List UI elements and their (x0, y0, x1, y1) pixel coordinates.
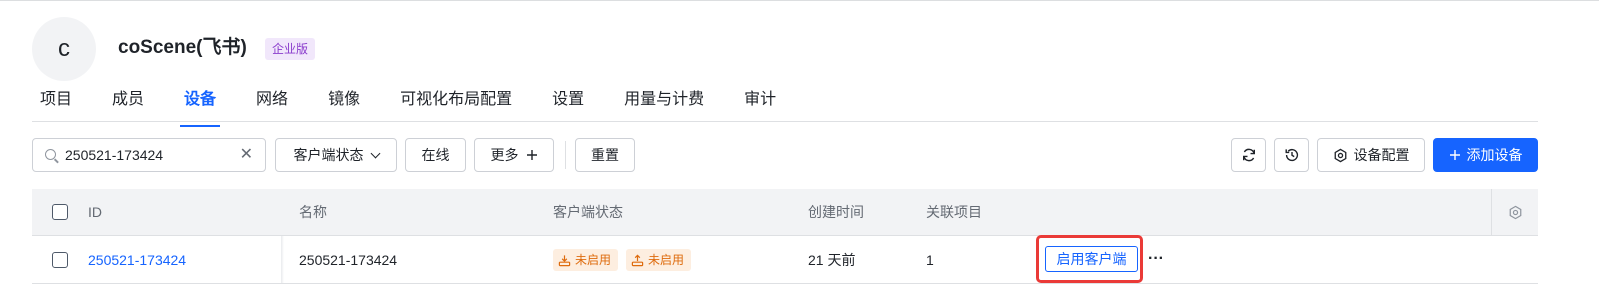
tab-audit[interactable]: 审计 (744, 87, 776, 121)
org-name: coScene(飞书) (118, 37, 247, 58)
project-count: 1 (926, 252, 934, 268)
device-config-button[interactable]: 设备配置 (1317, 138, 1425, 172)
download-icon (558, 254, 571, 266)
history-button[interactable] (1274, 138, 1309, 172)
history-icon (1285, 148, 1298, 162)
online-filter-label: 在线 (421, 147, 450, 163)
select-all-checkbox[interactable] (52, 204, 68, 220)
column-header-project[interactable]: 关联项目 (926, 189, 982, 235)
close-icon[interactable]: ✕ (240, 146, 253, 164)
tab-members[interactable]: 成员 (112, 87, 144, 121)
org-avatar: c (32, 17, 96, 81)
status-badge: 未启用 (626, 249, 692, 271)
more-actions-icon[interactable]: ··· (1148, 248, 1164, 272)
device-id-link[interactable]: 250521-173424 (88, 236, 186, 284)
row-checkbox[interactable] (52, 252, 68, 268)
client-status-filter-label: 客户端状态 (293, 147, 364, 163)
highlight-box: 启用客户端 (1036, 235, 1143, 283)
table-row: 250521-173424 250521-173424 未启用 未启用 21 天… (32, 235, 1538, 284)
tab-network[interactable]: 网络 (256, 87, 288, 121)
refresh-icon (1242, 148, 1255, 162)
org-tabs: 项目 成员 设备 网络 镜像 可视化布局配置 设置 用量与计费 审计 (40, 87, 816, 127)
tab-usage-billing[interactable]: 用量与计费 (624, 87, 704, 121)
gear-icon (1509, 205, 1521, 219)
reset-label: 重置 (591, 147, 619, 163)
refresh-button[interactable] (1231, 138, 1266, 172)
table-header: ID 名称 客户端状态 创建时间 关联项目 (32, 189, 1538, 236)
status-badge: 未启用 (553, 249, 619, 271)
column-header-created[interactable]: 创建时间 (808, 189, 864, 235)
search-input[interactable] (65, 144, 225, 166)
status-badge-label: 未启用 (648, 253, 685, 267)
status-badge-label: 未启用 (575, 253, 612, 267)
search-icon (45, 149, 56, 160)
toolbar-divider (565, 141, 566, 169)
more-filters-button[interactable]: 更多 (474, 138, 554, 172)
tab-divider (32, 121, 1538, 122)
upload-icon (631, 254, 644, 266)
chevron-down-icon (370, 148, 380, 158)
more-filters-label: 更多 (490, 147, 519, 163)
sticky-column-edge (281, 236, 284, 283)
enable-client-button[interactable]: 启用客户端 (1045, 246, 1138, 272)
column-header-client-status[interactable]: 客户端状态 (553, 189, 623, 235)
online-filter-button[interactable]: 在线 (405, 138, 466, 172)
client-status-filter[interactable]: 客户端状态 (275, 138, 397, 172)
add-device-label: 添加设备 (1466, 147, 1523, 163)
plus-icon (526, 150, 537, 160)
tab-settings[interactable]: 设置 (552, 87, 584, 121)
gear-icon (1334, 148, 1346, 162)
add-device-button[interactable]: 添加设备 (1433, 138, 1538, 172)
search-box: ✕ (32, 138, 266, 172)
column-settings-button[interactable] (1491, 189, 1538, 235)
tab-devices[interactable]: 设备 (180, 87, 221, 127)
plus-icon (1449, 150, 1460, 160)
tab-layout-config[interactable]: 可视化布局配置 (400, 87, 512, 121)
device-name: 250521-173424 (299, 252, 398, 268)
tab-projects[interactable]: 项目 (40, 87, 72, 121)
plan-badge: 企业版 (265, 38, 316, 60)
column-header-name[interactable]: 名称 (299, 189, 327, 235)
tab-images[interactable]: 镜像 (328, 87, 360, 121)
column-header-id[interactable]: ID (88, 189, 102, 235)
device-config-label: 设备配置 (1353, 147, 1410, 163)
reset-button[interactable]: 重置 (575, 138, 635, 172)
created-time: 21 天前 (808, 252, 856, 268)
